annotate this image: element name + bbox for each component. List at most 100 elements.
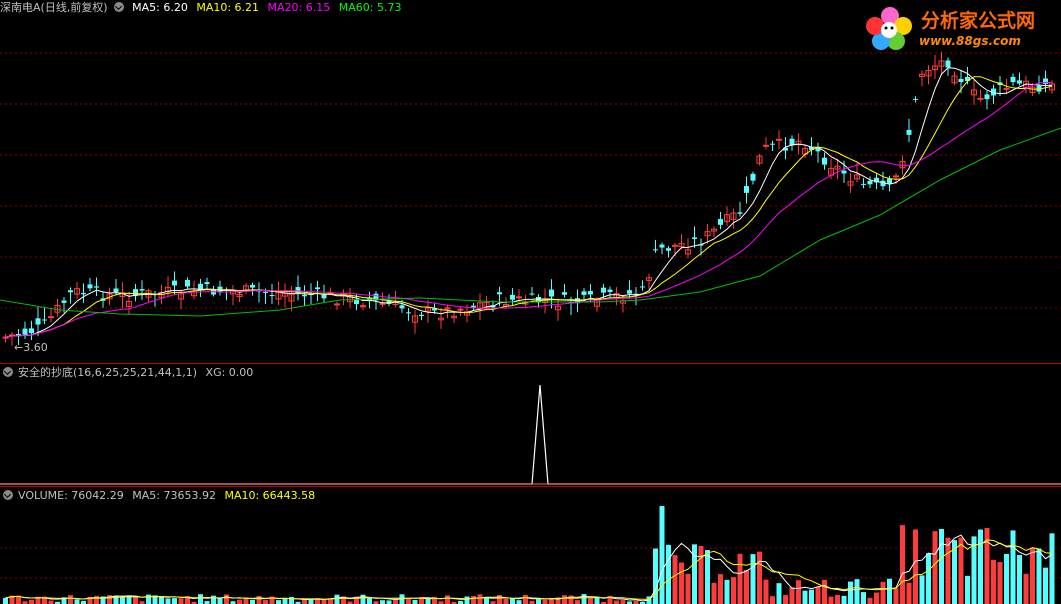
- ma5-label: MA5: 6.20: [132, 1, 188, 14]
- volume-bar: [581, 594, 587, 604]
- candle-body: [315, 287, 320, 290]
- low-price-marker: ←3.60: [14, 341, 48, 354]
- candle-body: [360, 305, 366, 308]
- panel-separator[interactable]: [0, 363, 1061, 364]
- volume-bar: [984, 527, 990, 604]
- volume-bar: [828, 596, 834, 604]
- volume-bar: [536, 599, 541, 604]
- volume-bar: [867, 597, 873, 604]
- volume-bar: [620, 600, 626, 604]
- volume-bar: [3, 597, 8, 604]
- candle-body: [737, 212, 743, 214]
- volume-bar: [770, 596, 775, 604]
- price-chart-panel[interactable]: 深南电A(日线,前复权) MA5: 6.20 MA10: 6.21 MA20: …: [0, 0, 1061, 363]
- volume-bar: [958, 537, 964, 604]
- volume-bar: [666, 544, 671, 604]
- volume-bar: [679, 562, 684, 604]
- volume-bar: [380, 600, 385, 604]
- volume-bar: [412, 600, 418, 604]
- candle-body: [770, 143, 775, 145]
- flower-logo-icon: [866, 7, 912, 50]
- candle-body: [399, 305, 405, 309]
- volume-bar: [900, 525, 905, 604]
- candle-body: [867, 180, 873, 185]
- volume-bar: [926, 553, 931, 604]
- volume-bar: [159, 597, 164, 604]
- candle-body: [516, 296, 522, 299]
- candle-body: [510, 294, 515, 300]
- candle-body: [750, 173, 756, 181]
- candle-body: [659, 244, 665, 248]
- volume-bar: [1017, 555, 1022, 604]
- volume-bar: [659, 506, 665, 604]
- volume-bar: [848, 581, 853, 604]
- candle-body: [893, 175, 899, 178]
- volume-bar: [932, 531, 938, 604]
- volume-bar: [29, 599, 34, 604]
- volume-bar: [802, 590, 808, 604]
- candle-body: [601, 287, 606, 293]
- candle-body: [68, 290, 73, 293]
- candle-body: [263, 291, 268, 293]
- volume-bar: [744, 569, 749, 604]
- candle-body: [763, 144, 769, 147]
- volume-bar: [887, 578, 892, 604]
- volume-bar: [94, 595, 99, 604]
- volume-bar: [1043, 567, 1048, 604]
- candle-body: [906, 129, 912, 135]
- volume-bar: [367, 597, 372, 604]
- volume-bar: [919, 575, 925, 604]
- volume-bar: [48, 600, 54, 604]
- volume-bar: [477, 594, 483, 604]
- volume-bar: [276, 600, 281, 604]
- candle-body: [302, 294, 307, 297]
- stock-title[interactable]: 深南电A(日线,前复权): [0, 1, 108, 14]
- chevron-down-icon[interactable]: [3, 367, 13, 377]
- chevron-down-icon[interactable]: [3, 490, 13, 500]
- volume-bar: [588, 598, 593, 604]
- volume-bar: [484, 598, 489, 604]
- volume-bar: [763, 579, 769, 604]
- volume-bar: [718, 574, 723, 604]
- indicator-header: 安全的抄底(16,6,25,25,21,44,1,1) XG: 0.00: [0, 365, 258, 381]
- candle-body: [977, 97, 984, 100]
- ma60-label: MA60: 5.73: [338, 1, 402, 14]
- volume-bar: [516, 600, 522, 604]
- volume-bar: [880, 581, 886, 604]
- volume-bar: [1049, 533, 1055, 604]
- volume-bar: [562, 595, 567, 604]
- volume-bar: [815, 586, 821, 604]
- volume-bar: [757, 551, 762, 604]
- volume-bar: [698, 545, 704, 604]
- candle-body: [627, 290, 632, 294]
- volume-bar: [321, 599, 327, 604]
- candle-body: [822, 157, 827, 165]
- volume-bar: [464, 596, 470, 604]
- volume-bar: [419, 598, 424, 604]
- volume-bar: [854, 579, 860, 604]
- candlestick-chart[interactable]: [0, 0, 1061, 363]
- candle-body: [16, 334, 21, 336]
- indicator-title[interactable]: 安全的抄底(16,6,25,25,21,44,1,1): [18, 366, 197, 379]
- chevron-down-icon[interactable]: [113, 2, 124, 12]
- volume-bar: [282, 599, 288, 604]
- volume-bar: [510, 598, 515, 604]
- candle-body: [457, 308, 464, 311]
- candle-body: [406, 312, 411, 314]
- volume-panel[interactable]: VOLUME: 76042.29 MA5: 73653.92 MA10: 664…: [0, 488, 1061, 604]
- candle-body: [419, 314, 424, 317]
- volume-bar: [178, 598, 184, 604]
- candle-body: [379, 302, 386, 305]
- indicator-panel[interactable]: 安全的抄底(16,6,25,25,21,44,1,1) XG: 0.00: [0, 365, 1061, 486]
- volume-bar: [978, 529, 983, 604]
- panel-separator[interactable]: [0, 486, 1061, 487]
- volume-bar: [789, 587, 795, 604]
- candle-body: [61, 300, 67, 303]
- volume-bar: [523, 594, 528, 604]
- volume-chart: [0, 506, 1061, 604]
- volume-bar: [393, 597, 398, 604]
- volume-label: VOLUME: 76042.29: [18, 489, 124, 502]
- volume-bar: [861, 592, 866, 604]
- volume-bar: [731, 577, 736, 604]
- candle-body: [139, 289, 145, 291]
